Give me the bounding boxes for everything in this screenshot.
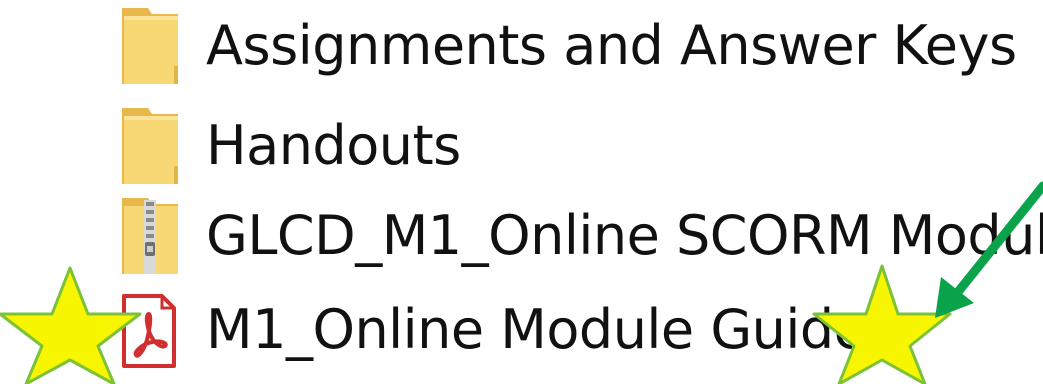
file-row-scorm-zip[interactable]: GLCD_M1_Online SCORM Module <box>118 194 1043 278</box>
pdf-icon <box>122 294 176 368</box>
folder-icon <box>122 108 178 184</box>
file-list: Assignments and Answer Keys Handouts GLC… <box>0 0 1043 384</box>
file-name: Handouts <box>206 114 461 177</box>
file-row-handouts-folder[interactable]: Handouts <box>118 104 461 188</box>
file-row-module-guide-pdf[interactable]: M1_Online Module Guide <box>118 288 867 372</box>
file-name: M1_Online Module Guide <box>206 298 867 361</box>
folder-icon <box>122 8 178 84</box>
file-name: Assignments and Answer Keys <box>206 14 1017 77</box>
file-name: GLCD_M1_Online SCORM Module <box>206 204 1043 267</box>
file-row-assignments-folder[interactable]: Assignments and Answer Keys <box>118 4 1017 88</box>
zip-folder-icon <box>122 198 178 274</box>
